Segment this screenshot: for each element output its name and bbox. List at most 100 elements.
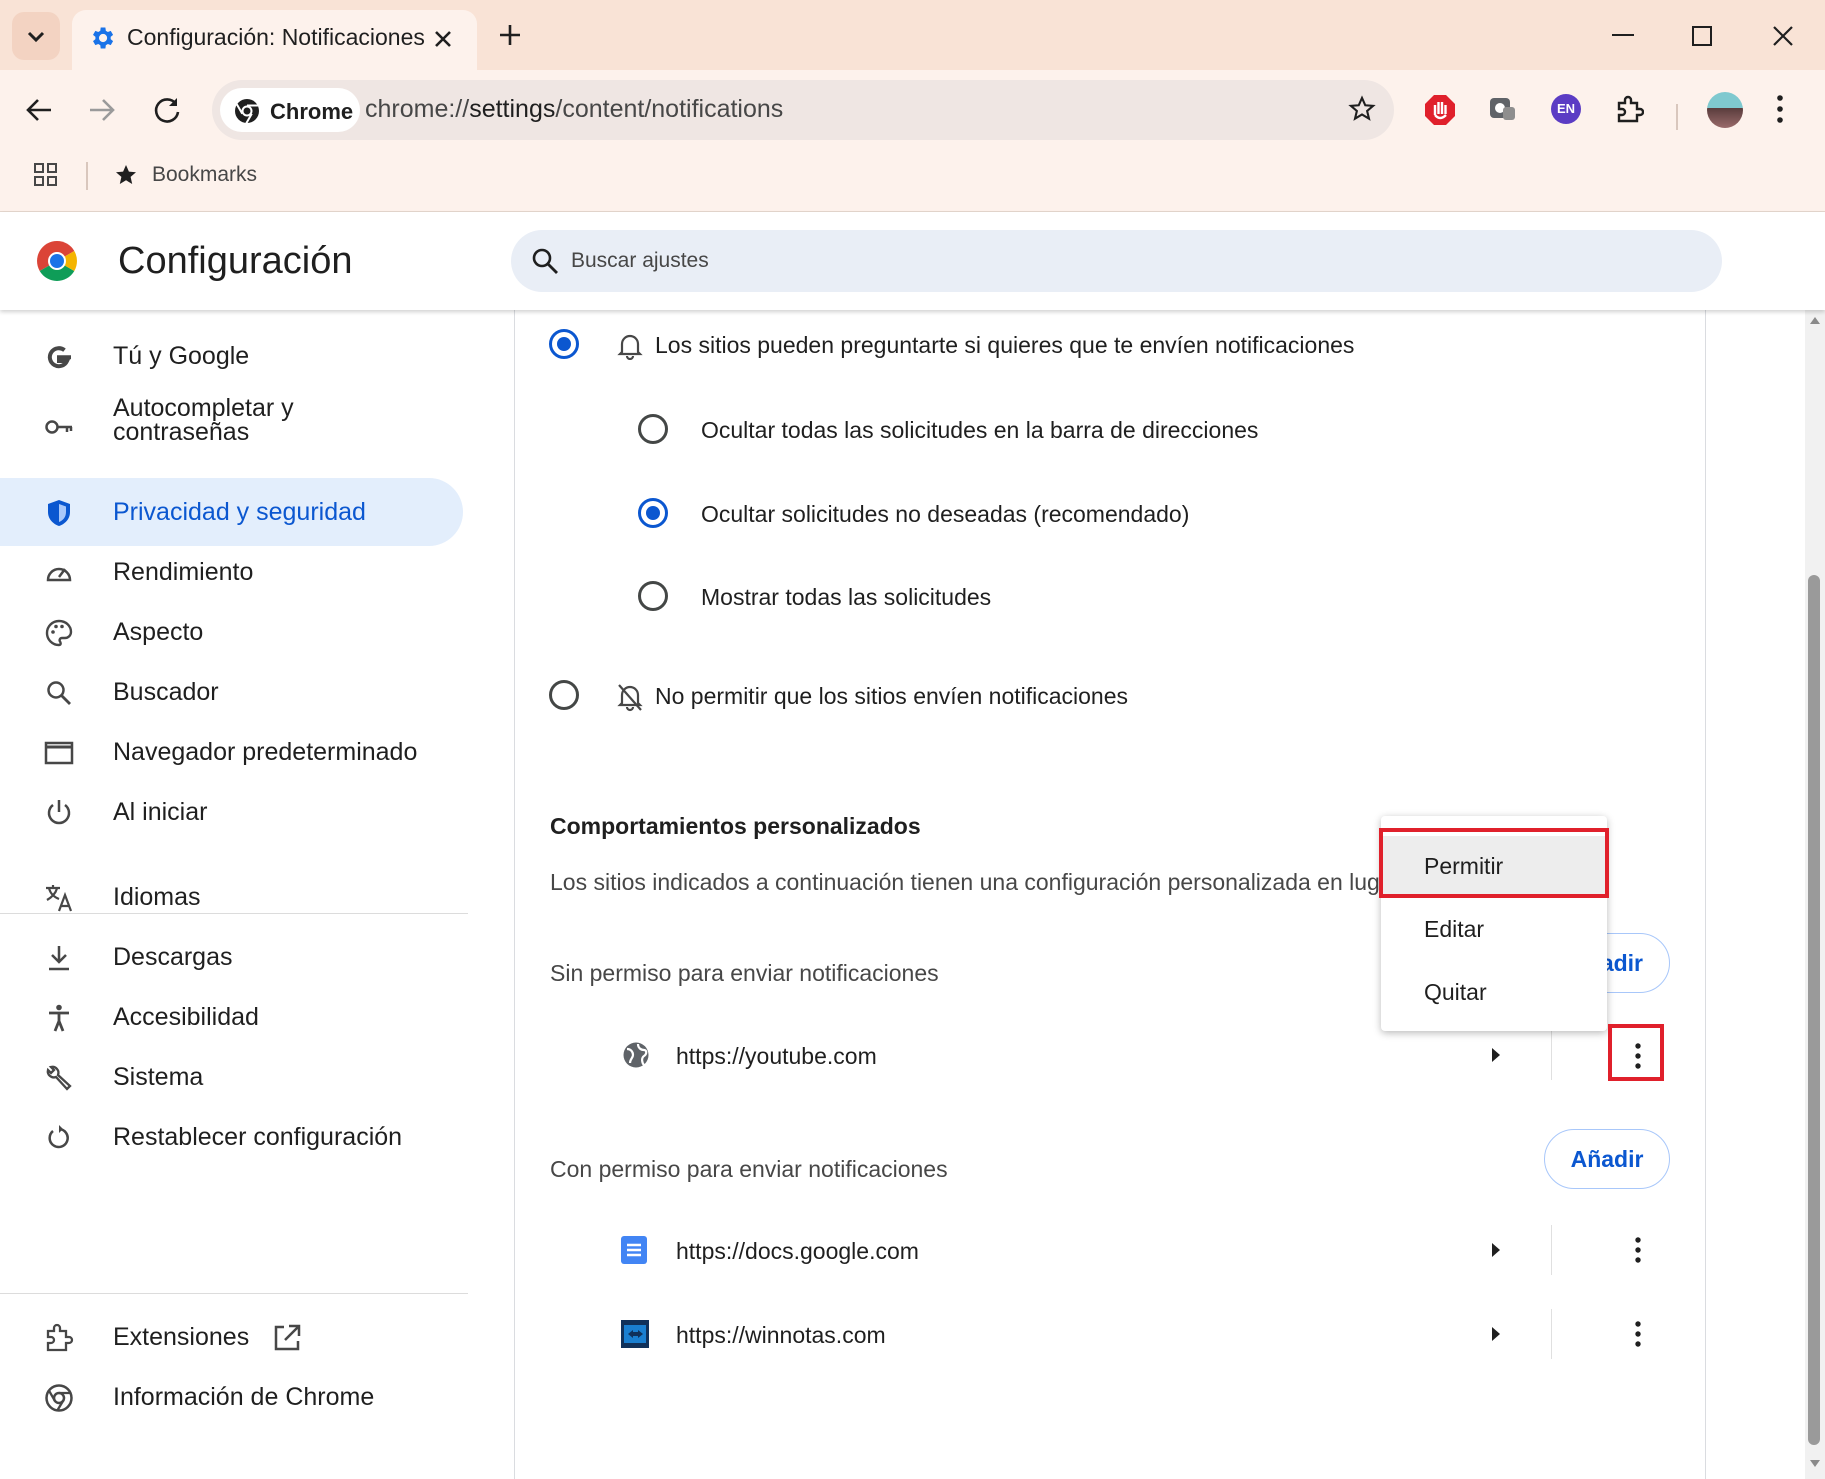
chrome-logo-icon — [235, 99, 259, 124]
sidebar-item-label: Autocompletar y contraseñas — [113, 394, 294, 446]
tab-search-button[interactable] — [12, 12, 60, 60]
tab-strip: Configuración: Notificaciones — [0, 0, 1825, 72]
adblock-stop-icon[interactable] — [1424, 94, 1456, 126]
scroll-up-arrow-icon[interactable] — [1810, 316, 1820, 324]
chevron-down-icon — [27, 31, 45, 43]
bookmark-star-icon[interactable] — [1348, 95, 1376, 123]
apps-grid-icon[interactable] — [34, 163, 58, 187]
reload-icon[interactable] — [152, 95, 182, 125]
sidebar-item-you-and-google[interactable]: Tú y Google — [0, 322, 463, 390]
site-url[interactable]: https://winnotas.com — [676, 1322, 886, 1349]
tab-title: Configuración: Notificaciones — [127, 24, 425, 50]
settings-search-input[interactable]: Buscar ajustes — [511, 230, 1722, 292]
sidebar-item-label: Restablecer configuración — [113, 1123, 403, 1151]
sidebar-item-privacy[interactable]: Privacidad y seguridad — [0, 478, 463, 546]
sidebar-item-appearance[interactable]: Aspecto — [0, 598, 463, 666]
radio-block[interactable] — [549, 680, 579, 710]
row-divider — [1551, 1030, 1552, 1080]
browser-window-icon — [44, 741, 74, 765]
arrow-right-icon[interactable] — [1491, 1047, 1501, 1063]
more-actions-icon[interactable] — [1634, 1236, 1642, 1264]
sidebar-item-reset[interactable]: Restablecer configuración — [0, 1103, 463, 1171]
close-icon[interactable] — [432, 28, 454, 50]
browser-toolbar: Chrome chrome://settings/content/notific… — [0, 70, 1825, 212]
radio-allow-ask[interactable] — [549, 329, 579, 359]
sidebar-item-languages[interactable]: Idiomas — [0, 863, 463, 931]
more-actions-icon[interactable] — [1634, 1320, 1642, 1348]
sidebar-item-label: Descargas — [113, 943, 233, 971]
tab-settings[interactable]: Configuración: Notificaciones — [72, 10, 477, 72]
address-bar[interactable]: Chrome chrome://settings/content/notific… — [212, 80, 1394, 140]
gear-icon — [93, 27, 114, 49]
puzzle-icon[interactable] — [1614, 94, 1644, 124]
chrome-icon — [45, 1384, 73, 1412]
sidebar-item-label: Tú y Google — [113, 342, 250, 370]
allowed-heading: Con permiso para enviar notificaciones — [550, 1156, 948, 1182]
winnotas-site-icon — [621, 1320, 649, 1348]
sidebar-item-label: Privacidad y seguridad — [113, 498, 366, 526]
language-extension-icon[interactable]: EN — [1551, 94, 1581, 124]
row-divider — [1551, 1225, 1552, 1275]
sidebar-item-label: Información de Chrome — [113, 1383, 375, 1411]
speedometer-icon — [46, 567, 72, 582]
settings-sidebar: Tú y Google Autocompletar y contraseñas … — [0, 310, 470, 1479]
row-divider — [1551, 1309, 1552, 1359]
download-icon — [49, 946, 69, 971]
radio-show-all[interactable] — [638, 581, 668, 611]
key-icon — [45, 420, 73, 434]
option-block-label: No permitir que los sitios envíen notifi… — [655, 683, 1129, 709]
new-tab-plus-icon[interactable] — [497, 22, 523, 48]
sidebar-item-autofill[interactable]: Autocompletar y contraseñas — [0, 382, 463, 470]
bell-icon — [617, 334, 643, 360]
google-g-icon — [47, 346, 71, 369]
bookmarks-folder[interactable]: Bookmarks — [152, 163, 257, 187]
sidebar-item-label: Accesibilidad — [113, 1003, 259, 1031]
shield-icon — [48, 500, 70, 526]
arrow-right-icon[interactable] — [1491, 1326, 1501, 1342]
sidebar-divider — [0, 1293, 468, 1294]
translate-icon — [46, 885, 73, 912]
forward-arrow-icon[interactable] — [88, 96, 116, 124]
sidebar-item-default-browser[interactable]: Navegador predeterminado — [0, 718, 463, 786]
sidebar-item-about-chrome[interactable]: Información de Chrome — [0, 1363, 463, 1431]
url-host: settings — [469, 95, 556, 123]
highlight-box — [1608, 1024, 1664, 1081]
url-text[interactable]: chrome://settings/content/notifications — [365, 95, 783, 124]
sidebar-item-performance[interactable]: Rendimiento — [0, 538, 463, 606]
scroll-down-arrow-icon[interactable] — [1810, 1460, 1820, 1468]
star-icon — [116, 165, 136, 184]
site-url[interactable]: https://docs.google.com — [676, 1238, 919, 1265]
search-icon — [47, 681, 71, 705]
menu-item-remove[interactable]: Quitar — [1381, 962, 1607, 1024]
screen-capture-extension-icon[interactable] — [1487, 94, 1517, 124]
avatar[interactable] — [1707, 92, 1743, 128]
highlight-box — [1379, 828, 1609, 898]
google-docs-icon — [621, 1236, 647, 1264]
sub-option-label: Ocultar todas las solicitudes en la barr… — [701, 417, 1259, 443]
blocked-heading: Sin permiso para enviar notificaciones — [550, 960, 939, 986]
site-chip[interactable]: Chrome — [220, 88, 360, 132]
palette-icon — [45, 619, 73, 647]
radio-quiet-all[interactable] — [638, 414, 668, 444]
sidebar-item-system[interactable]: Sistema — [0, 1043, 463, 1111]
kebab-menu-icon[interactable] — [1776, 94, 1784, 124]
window-close-icon[interactable] — [1772, 25, 1794, 47]
allowed-add-button[interactable]: Añadir — [1544, 1129, 1670, 1189]
sidebar-item-label: Al iniciar — [113, 798, 208, 826]
external-link-icon — [274, 1324, 301, 1351]
back-arrow-icon[interactable] — [25, 96, 53, 124]
sidebar-item-on-startup[interactable]: Al iniciar — [0, 778, 463, 846]
sidebar-item-search-engine[interactable]: Buscador — [0, 658, 463, 726]
menu-item-edit[interactable]: Editar — [1381, 899, 1607, 961]
site-url[interactable]: https://youtube.com — [676, 1043, 877, 1070]
bookmarks-divider — [86, 162, 88, 190]
maximize-icon[interactable] — [1692, 26, 1712, 46]
sidebar-item-extensions[interactable]: Extensiones — [0, 1303, 463, 1371]
scrollbar-thumb[interactable] — [1808, 575, 1820, 1445]
arrow-right-icon[interactable] — [1491, 1242, 1501, 1258]
sidebar-item-label: Buscador — [113, 678, 219, 706]
sidebar-item-downloads[interactable]: Descargas — [0, 923, 463, 991]
minimize-icon[interactable] — [1612, 34, 1634, 38]
sidebar-item-accessibility[interactable]: Accesibilidad — [0, 983, 463, 1051]
radio-quiet-unwanted[interactable] — [638, 498, 668, 528]
